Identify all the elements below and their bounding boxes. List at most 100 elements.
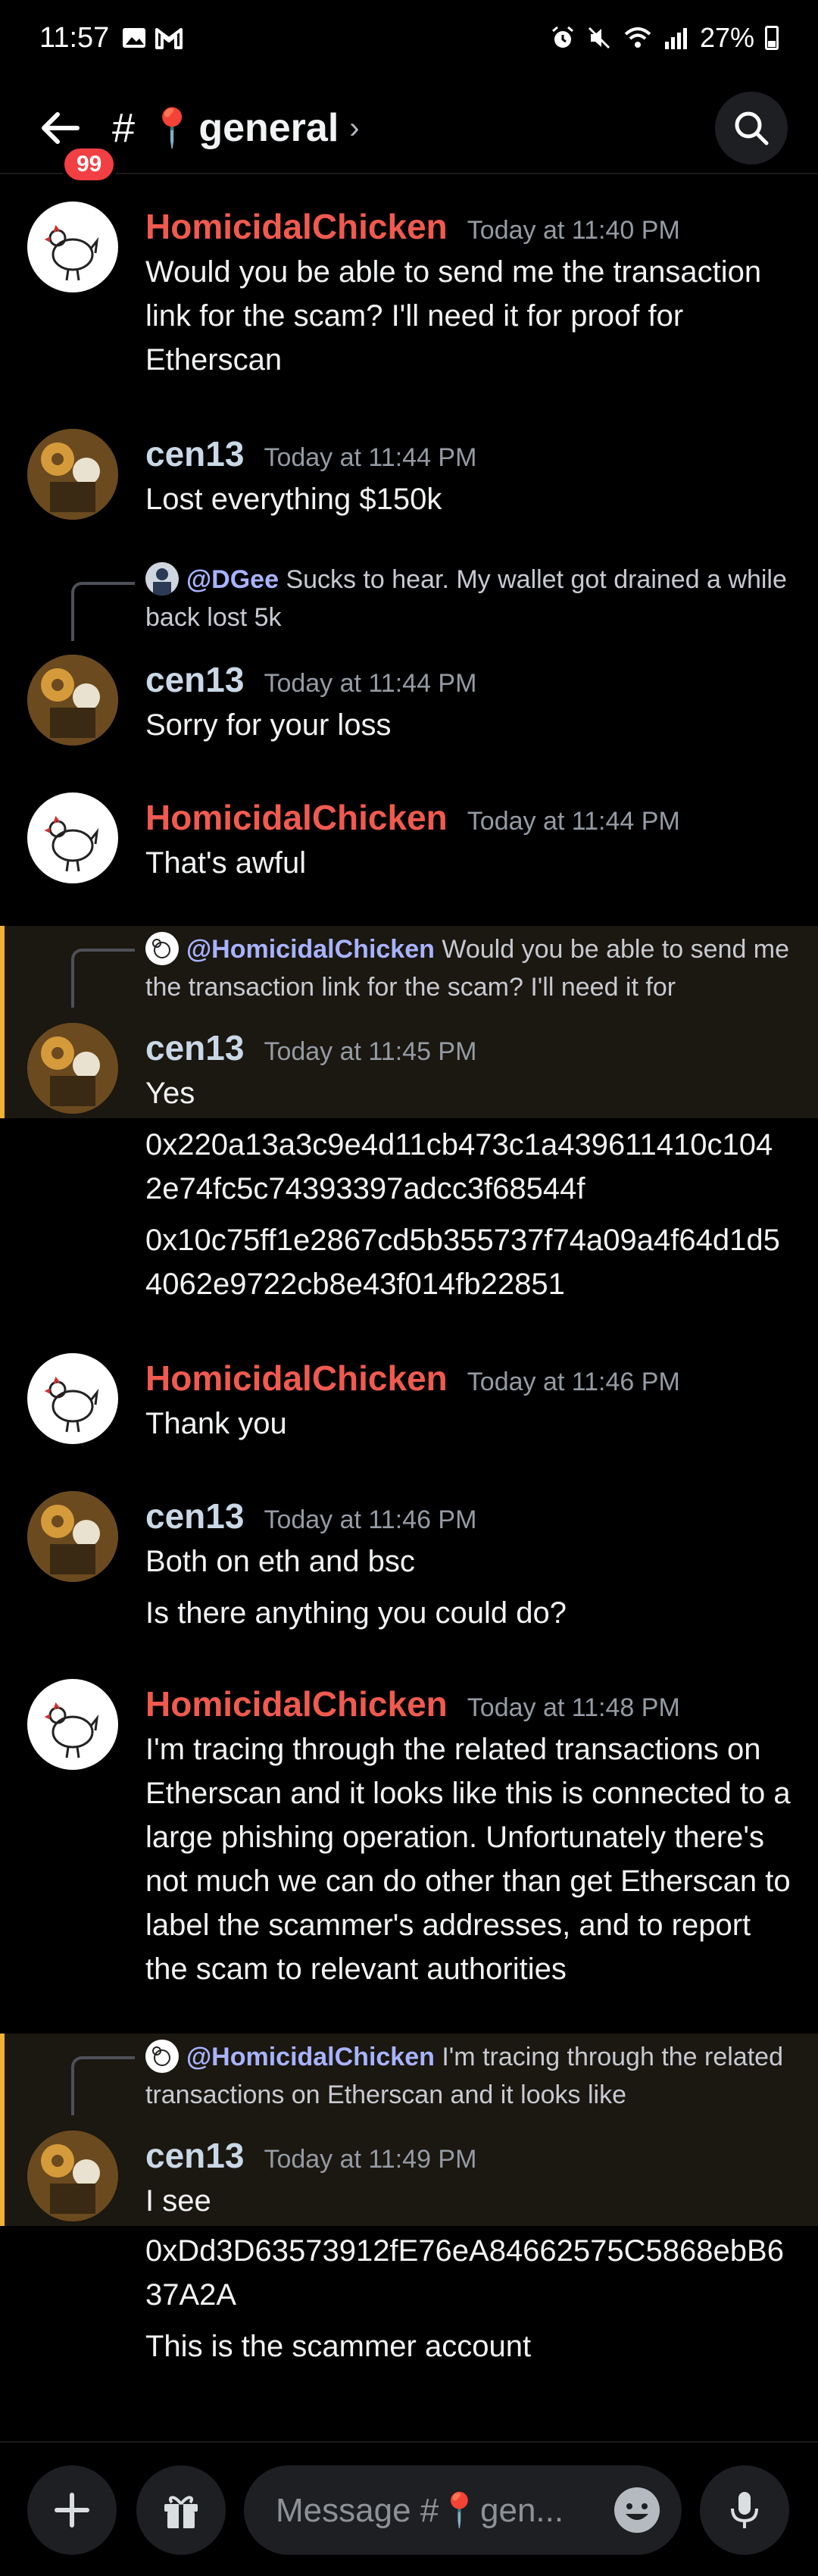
message-text: I see (145, 2184, 211, 2218)
message-item[interactable]: cen13 Today at 11:46 PM Both on eth and … (0, 1488, 818, 1647)
battery-icon (765, 26, 779, 50)
message-timestamp: Today at 11:40 PM (467, 216, 680, 245)
message-text: Is there anything you could do? (145, 1596, 567, 1630)
avatar[interactable] (27, 1023, 118, 1114)
message-timestamp: Today at 11:46 PM (264, 1505, 477, 1534)
message-item[interactable]: @HomicidalChicken I'm tracing through th… (0, 2034, 818, 2367)
message-timestamp: Today at 11:46 PM (467, 1368, 680, 1396)
reply-avatar (145, 932, 179, 965)
status-bar: 11:57 27% (0, 0, 818, 76)
reply-connector (71, 582, 135, 641)
cen13-avatar-icon (27, 655, 118, 746)
gift-button[interactable] (136, 2465, 226, 2555)
message-text: Lost everything $150k (145, 483, 442, 516)
avatar[interactable] (27, 655, 118, 746)
message-input[interactable]: Message #📍gen... (244, 2465, 682, 2555)
message-timestamp: Today at 11:44 PM (264, 443, 477, 472)
message-item[interactable]: cen13 Today at 11:44 PM Lost everything … (0, 426, 818, 532)
reply-username[interactable]: @DGee (186, 565, 279, 594)
reply-connector (71, 2056, 135, 2115)
emoji-icon (614, 2487, 660, 2533)
gallery-notification-icon (123, 28, 146, 48)
cen13-avatar-icon (27, 1491, 118, 1582)
message-timestamp: Today at 11:44 PM (264, 669, 477, 698)
battery-percent: 27% (699, 22, 754, 53)
gmail-notification-icon (155, 28, 183, 49)
message-text: 0x220a13a3c9e4d11cb473c1a439611410c1042e… (145, 1128, 773, 1205)
reply-connector (71, 949, 135, 1008)
message-placeholder: Message #📍gen... (276, 2492, 564, 2529)
message-item[interactable]: HomicidalChicken Today at 11:44 PM That'… (0, 789, 818, 896)
message-author[interactable]: cen13 (145, 1496, 244, 1537)
reply-username[interactable]: @HomicidalChicken (186, 2043, 435, 2071)
voice-message-button[interactable] (700, 2465, 789, 2555)
message-author[interactable]: cen13 (145, 433, 244, 474)
add-attachment-button[interactable] (27, 2465, 117, 2555)
message-author[interactable]: cen13 (145, 659, 244, 700)
signal-icon (664, 28, 687, 49)
message-timestamp: Today at 11:48 PM (467, 1693, 680, 1722)
cen13-avatar-icon (27, 1023, 118, 1114)
avatar[interactable] (27, 429, 118, 520)
message-item[interactable]: HomicidalChicken Today at 11:48 PM I'm t… (0, 1676, 818, 2009)
message-author[interactable]: HomicidalChicken (145, 1683, 448, 1724)
message-item[interactable]: @DGee Sucks to hear. My wallet got drain… (0, 561, 818, 759)
gift-icon (164, 2496, 198, 2528)
avatar[interactable] (27, 2131, 118, 2221)
reply-avatar (145, 2040, 179, 2073)
unread-badge: 99 (61, 145, 118, 184)
reply-preview[interactable]: @HomicidalChicken I'm tracing through th… (145, 2038, 797, 2114)
message-composer: Message #📍gen... (0, 2441, 818, 2576)
arrow-left-icon (42, 112, 80, 144)
message-timestamp: Today at 11:45 PM (264, 1037, 477, 1066)
plus-icon (55, 2493, 89, 2528)
message-text: Thank you (145, 1407, 287, 1440)
message-timestamp: Today at 11:49 PM (264, 2145, 477, 2174)
microphone-icon (731, 2492, 758, 2528)
message-timestamp: Today at 11:44 PM (467, 807, 680, 836)
reply-preview[interactable]: @HomicidalChicken Would you be able to s… (145, 930, 797, 1006)
status-time: 11:57 (39, 21, 110, 54)
reply-avatar (145, 562, 179, 596)
message-author[interactable]: HomicidalChicken (145, 206, 448, 247)
search-icon (735, 111, 769, 145)
message-text: 0x10c75ff1e2867cd5b355737f74a09a4f64d1d5… (145, 1224, 780, 1301)
back-button[interactable]: 99 (30, 98, 118, 184)
message-text: 0xDd3D63573912fE76eA84662575C5868ebB637A… (145, 2234, 784, 2312)
message-text: I'm tracing through the related transact… (145, 1733, 791, 1986)
reply-username[interactable]: @HomicidalChicken (186, 935, 435, 964)
avatar[interactable] (27, 1491, 118, 1582)
channel-header: 99 # 📍 general › (0, 83, 818, 184)
chevron-right-icon[interactable]: › (349, 111, 359, 145)
chicken-avatar-icon (44, 815, 99, 872)
chicken-avatar-icon (44, 1702, 99, 1758)
mute-icon (588, 27, 610, 49)
message-author[interactable]: HomicidalChicken (145, 797, 448, 838)
message-item[interactable]: @HomicidalChicken Would you be able to s… (0, 926, 818, 1309)
chicken-avatar-icon (44, 224, 99, 281)
avatar[interactable] (27, 1353, 118, 1444)
avatar[interactable] (27, 1679, 118, 1770)
cen13-avatar-icon (27, 2131, 118, 2221)
pin-emoji: 📍 (148, 106, 196, 149)
chicken-avatar-icon (44, 1376, 99, 1433)
message-text: Both on eth and bsc (145, 1545, 415, 1578)
channel-name[interactable]: general (198, 105, 339, 151)
message-text: Yes (145, 1077, 195, 1110)
search-button[interactable] (715, 92, 788, 164)
message-author[interactable]: cen13 (145, 2135, 244, 2176)
cen13-avatar-icon (27, 429, 118, 520)
emoji-button[interactable] (612, 2485, 662, 2543)
message-text: That's awful (145, 846, 307, 880)
hash-icon: # (112, 105, 136, 151)
message-author[interactable]: cen13 (145, 1027, 244, 1068)
message-text: This is the scammer account (145, 2330, 532, 2363)
reply-preview[interactable]: @DGee Sucks to hear. My wallet got drain… (145, 561, 797, 636)
alarm-icon (551, 26, 573, 48)
message-text: Would you be able to send me the transac… (145, 255, 762, 377)
message-item[interactable]: HomicidalChicken Today at 11:40 PM Would… (0, 199, 818, 388)
message-author[interactable]: HomicidalChicken (145, 1358, 448, 1399)
message-item[interactable]: HomicidalChicken Today at 11:46 PM Thank… (0, 1350, 818, 1456)
avatar[interactable] (27, 202, 118, 292)
avatar[interactable] (27, 792, 118, 883)
